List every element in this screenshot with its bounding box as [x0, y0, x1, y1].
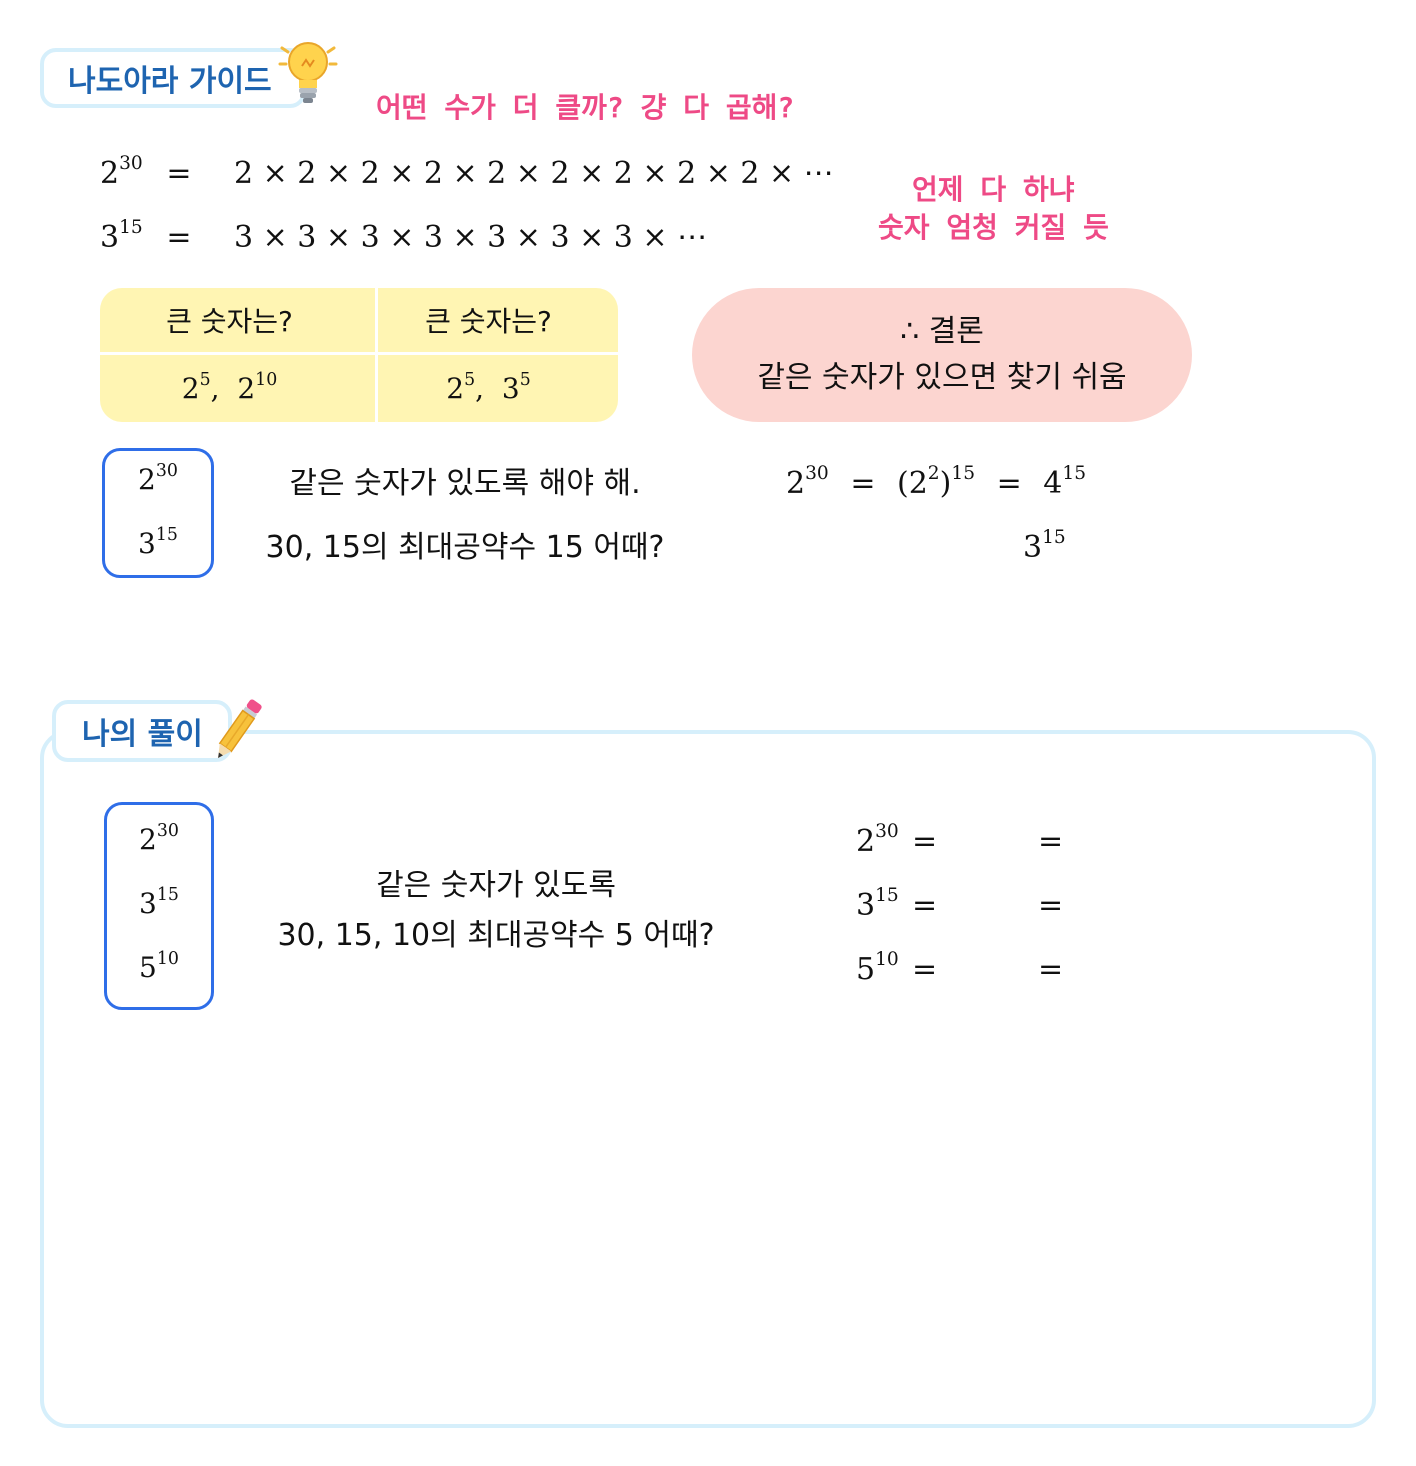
box-power-2-30: 230 — [138, 460, 178, 496]
note-line-1: 언제 다 하냐 — [912, 173, 1075, 206]
solution-hint-2: 30, 15, 10의 최대공약수 5 어때? — [277, 918, 715, 953]
conclusion-pill: ∴ 결론 같은 숫자가 있으면 찾기 쉬움 — [692, 288, 1192, 422]
equals-sign: = — [1038, 888, 1064, 923]
comparison-table: 큰 숫자는? 큰 숫자는? 25, 210 25, 35 — [100, 288, 618, 422]
equals-sign: = — [1038, 824, 1064, 859]
table-header-right: 큰 숫자는? — [425, 305, 552, 338]
equals-sign: = — [912, 888, 938, 923]
box-power-5-10: 510 — [139, 948, 179, 984]
guide-tab: 나도아라 가이드 — [40, 48, 306, 108]
conversion-equation: 230 = (22)15 = 415 — [786, 463, 1087, 501]
solution-exponent-box: 230 315 510 — [104, 802, 214, 1010]
table-header-left: 큰 숫자는? — [166, 305, 293, 338]
expansion-line-2: 315 = 3 × 3 × 3 × 3 × 3 × 3 × 3 × ⋯ — [100, 217, 707, 255]
conclusion-title: ∴ 결론 — [900, 314, 984, 349]
equals-sign: = — [1038, 952, 1064, 987]
power-3-15: 315 — [100, 217, 143, 255]
table-divider-vertical — [375, 288, 378, 422]
exponent-box: 230 315 — [102, 448, 214, 578]
expansion-line-1: 230 = 2 × 2 × 2 × 2 × 2 × 2 × 2 × 2 × 2 … — [100, 153, 834, 191]
hint-line-2: 30, 15의 최대공약수 15 어때? — [265, 530, 665, 565]
solution-tab: 나의 풀이 — [52, 700, 232, 762]
table-divider-horizontal — [100, 352, 618, 355]
conclusion-text: 같은 숫자가 있으면 찾기 쉬움 — [757, 360, 1127, 395]
box-power-3-15: 315 — [139, 884, 179, 920]
solution-tab-label: 나의 풀이 — [82, 717, 203, 752]
solution-hint-1: 같은 숫자가 있도록 — [376, 868, 616, 903]
equals-sign: = — [912, 824, 938, 859]
question-bubble: 어떤 수가 더 클까? 걍 다 곱해? — [376, 91, 795, 124]
box-power-2-30: 230 — [139, 820, 179, 856]
pencil-icon — [218, 699, 262, 759]
note-line-2: 숫자 엄청 커질 듯 — [878, 211, 1109, 244]
solution-area — [40, 730, 1376, 1428]
solution-row: 510 = = — [856, 949, 1064, 987]
guide-tab-label: 나도아라 가이드 — [68, 64, 272, 99]
solution-row: 230 = = — [856, 821, 1064, 859]
equals-sign: = — [166, 220, 192, 255]
expansion-3: 3 × 3 × 3 × 3 × 3 × 3 × 3 × ⋯ — [234, 220, 708, 255]
target-power: 315 — [1023, 527, 1066, 565]
expansion-2: 2 × 2 × 2 × 2 × 2 × 2 × 2 × 2 × 2 × ⋯ — [234, 156, 834, 191]
hint-line-1: 같은 숫자가 있도록 해야 해. — [289, 466, 641, 501]
power-2-30: 230 — [100, 153, 143, 191]
equals-sign: = — [166, 156, 192, 191]
box-power-3-15: 315 — [138, 524, 178, 560]
equals-sign: = — [912, 952, 938, 987]
table-cell-right: 25, 35 — [446, 369, 531, 405]
table-cell-left: 25, 210 — [181, 369, 278, 405]
solution-row: 315 = = — [856, 885, 1064, 923]
light-bulb-icon — [278, 42, 338, 103]
